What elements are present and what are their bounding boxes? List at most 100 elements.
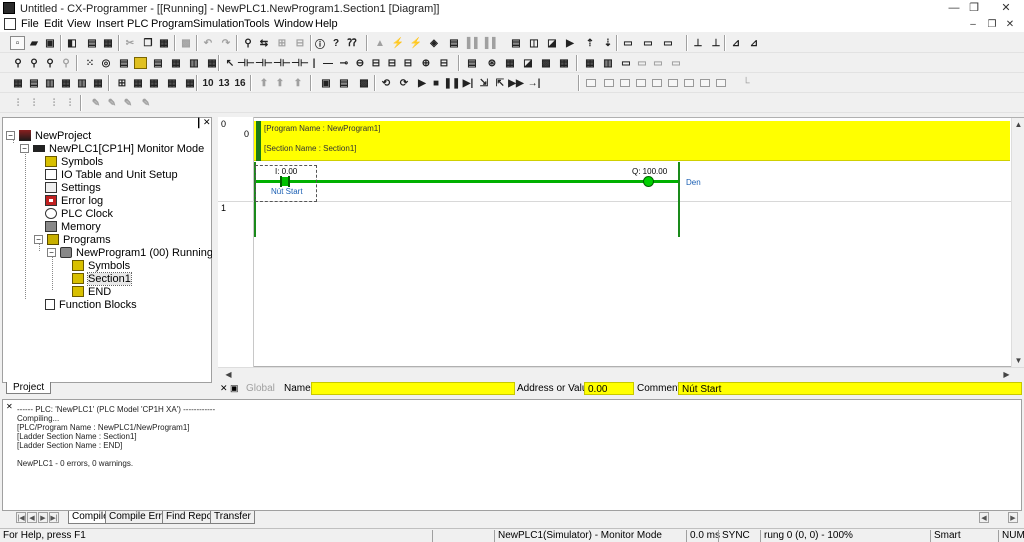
program-list-icon[interactable]: ▦ [146,75,162,91]
new-coil-icon[interactable]: ⊸ [336,55,352,71]
step-in-icon[interactable]: ⇲ [476,75,492,91]
io-comment-icon[interactable]: ▩ [538,55,554,71]
new-closed-contact-icon[interactable]: ⊣⊢ [255,55,272,71]
collapse-toggle[interactable]: − [34,235,43,244]
zoom-to-fit-icon[interactable]: ⚲ [10,55,26,71]
new-instruction-icon[interactable]: ⊟ [384,55,400,71]
tab-transfer[interactable]: Transfer [210,511,255,524]
redo-icon[interactable]: ↷ [218,35,234,51]
display-10-icon[interactable]: 10 [200,75,216,91]
output-coil-symbol[interactable] [643,176,654,187]
paste-icon[interactable]: ▦ [156,35,172,51]
set-value-icon[interactable]: ⊿ [728,35,744,51]
tree-item-section[interactable]: Section1 [72,271,132,286]
toggle-monitor-icon[interactable]: ⚡ [408,35,424,51]
scan-run-icon[interactable]: →| [526,75,542,91]
force-off-icon[interactable]: ⊥ [708,35,724,51]
document-menu-icon[interactable] [4,18,16,30]
menu-program[interactable]: Program [151,18,193,30]
tree-view-icon[interactable]: ⊞ [114,75,130,91]
new-fb-param-icon[interactable]: ⊟ [436,55,452,71]
monitor-window-icon[interactable]: ▭ [634,55,650,71]
save-icon[interactable]: ▣ [42,35,58,51]
tree-item-end[interactable]: END [72,285,111,298]
new-file-icon[interactable]: ▫ [10,36,25,50]
align-right-icon[interactable] [620,79,630,87]
output-scroll-left-icon[interactable]: ◀ [979,512,989,523]
select-mode-icon[interactable]: ↖ [222,55,238,71]
sfc-step-icon[interactable]: ⫶ [10,95,26,111]
simulation-mode-icon[interactable]: ▣ [318,75,334,91]
collapse-toggle[interactable]: − [6,131,15,140]
restore-button[interactable]: ❐ [960,1,988,16]
scroll-down-icon[interactable]: ▼ [1012,354,1024,367]
comment-field[interactable]: Nút Start [678,382,1022,395]
view-mnemonic-icon[interactable]: ▤ [26,75,42,91]
contact-symbol[interactable] [280,176,290,187]
grid-icon[interactable]: ⁙ [82,55,98,71]
tree-item-plc-clock[interactable]: PLC Clock [45,207,113,220]
memory-card-icon[interactable]: ▭ [640,35,656,51]
new-or-contact-icon[interactable]: ⊣⊢ [273,55,290,71]
cross-reference-icon[interactable]: ⊟ [292,35,308,51]
zoom-icon[interactable]: ⚲ [58,55,74,71]
menu-edit[interactable]: Edit [44,18,63,30]
rung-comment-icon[interactable]: ▤ [116,55,132,71]
print-preview-icon[interactable]: ◧ [64,35,80,51]
show-symbols-icon[interactable] [134,57,147,69]
menu-help[interactable]: Help [315,18,338,30]
mdi-close-button[interactable]: ✕ [1001,18,1019,31]
run-reset-icon[interactable]: ⟲ [378,75,394,91]
print-icon[interactable]: ▤ [84,35,100,51]
close-button[interactable]: ✕ [992,1,1020,16]
online-edit-cancel-icon[interactable]: ⬆ [272,75,288,91]
new-pou-instruction-icon[interactable]: ⊟ [368,55,384,71]
online-edit-transfer-icon[interactable]: ⬆ [290,75,306,91]
menu-plc[interactable]: PLC [127,18,148,30]
view-sfc-icon[interactable]: ▦ [58,75,74,91]
rung-goto-icon[interactable]: ▭ [618,55,634,71]
work-online-icon[interactable]: ▲ [372,35,388,51]
scroll-right-icon[interactable]: ▶ [1000,368,1013,381]
view-fb-icon[interactable]: ▥ [74,75,90,91]
tab-last-icon[interactable]: ▶| [49,512,59,523]
mnemonic-icon[interactable]: ▤ [150,55,166,71]
step-out-icon[interactable]: ⇱ [492,75,508,91]
menu-view[interactable]: View [67,18,91,30]
menu-file[interactable]: File [21,18,39,30]
collapse-toggle[interactable]: − [20,144,29,153]
new-closed-coil-icon[interactable]: ⊖ [352,55,368,71]
view-table-icon[interactable]: ▦ [90,75,106,91]
break-point-icon[interactable]: ▩ [356,75,372,91]
tree-item-project[interactable]: − NewProject [6,129,91,142]
mdi-minimize-button[interactable]: – [964,18,982,31]
task-icon[interactable]: ▦ [130,75,146,91]
sfc-transition-icon[interactable]: ⫶ [26,95,42,111]
continuous-step-icon[interactable]: ▶▶ [508,75,524,91]
sfc-action-block-icon[interactable]: ✎ [104,95,120,111]
sfc-qualifier-icon[interactable]: ✎ [120,95,136,111]
step-run-icon[interactable]: ▶| [460,75,476,91]
properties-icon[interactable]: ⓘ [312,35,328,51]
differential-monitor-icon[interactable]: ▤ [446,35,462,51]
diagram-horizontal-scrollbar[interactable]: ◀ ▶ [218,367,1024,381]
toggle-monitoring-icon[interactable]: ◈ [426,35,442,51]
time-chart-icon[interactable]: ▭ [650,55,666,71]
find-address-icon[interactable]: ⊞ [274,35,290,51]
edit-rung-icon[interactable]: ▦ [164,75,180,91]
bookmark-icon[interactable]: ▦ [582,55,598,71]
address-field[interactable]: 0.00 [584,382,634,395]
tree-item-error-log[interactable]: Error log [45,194,103,207]
debug-mode-icon[interactable]: ◫ [526,35,542,51]
tree-item-program[interactable]: − NewProgram1 (00) Running [47,246,213,259]
print-setup-icon[interactable]: ▦ [100,35,116,51]
jump-icon[interactable]: ▥ [600,55,616,71]
menu-window[interactable]: Window [274,18,313,30]
data-trace-icon[interactable]: ▭ [668,55,684,71]
run-scan-icon[interactable]: ⟳ [396,75,412,91]
monitor-mode-icon[interactable]: ◪ [544,35,560,51]
close-panel-icon[interactable]: ✕ [203,117,211,128]
io-table-icon[interactable]: ▭ [660,35,676,51]
change-value-icon[interactable]: ⊿ [746,35,762,51]
program-mode-icon[interactable]: ▤ [508,35,524,51]
